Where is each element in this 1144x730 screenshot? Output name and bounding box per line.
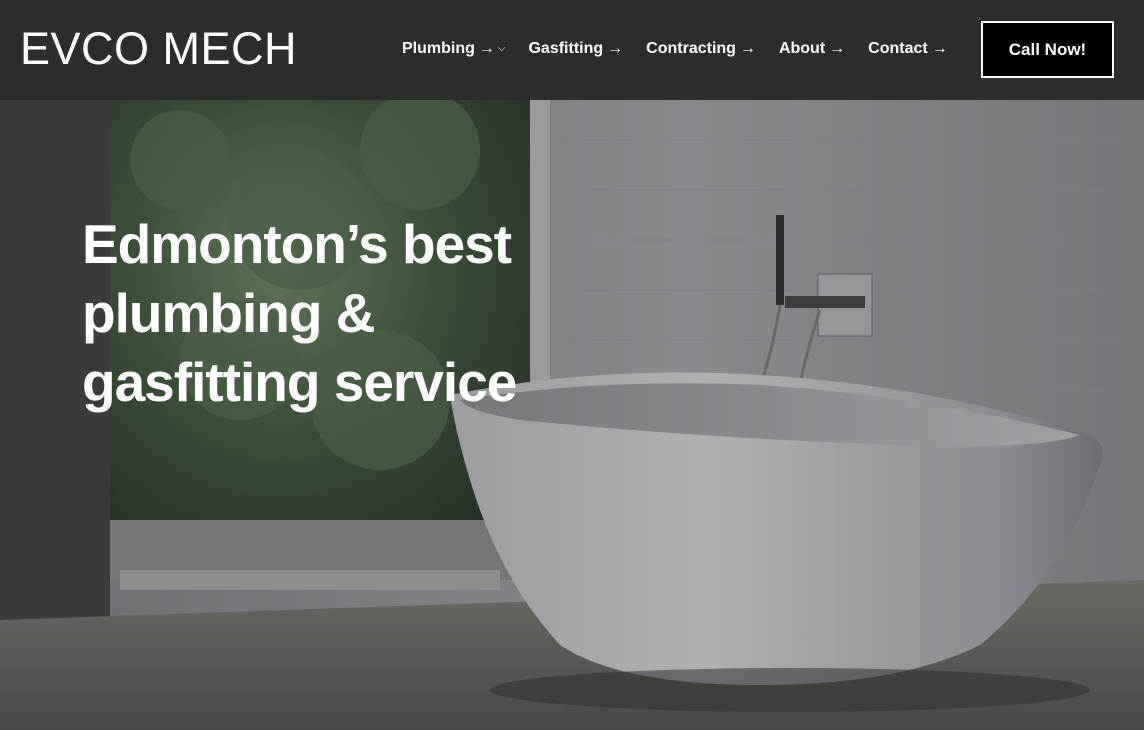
arrow-right-icon: → — [478, 40, 495, 57]
call-now-button[interactable]: Call Now! — [981, 21, 1114, 78]
nav-label: Gasfitting — [528, 40, 604, 57]
nav-label: Contact — [868, 40, 928, 57]
nav-label: About — [778, 40, 826, 57]
main-nav: Plumbing → ⌵ Gasfitting → Contracting → … — [402, 38, 971, 60]
nav-item-gasfitting[interactable]: Gasfitting → — [528, 38, 623, 60]
nav-label: Plumbing — [402, 40, 475, 57]
nav-item-contact[interactable]: Contact → — [868, 38, 948, 60]
arrow-right-icon: → — [607, 40, 624, 57]
site-logo[interactable]: EVCO MECH — [20, 24, 297, 74]
nav-label: Contracting — [646, 40, 736, 57]
hero-headline: Edmonton’s best plumbing & gasfitting se… — [82, 213, 517, 413]
site-header: EVCO MECH Plumbing → ⌵ Gasfitting → Cont… — [0, 0, 1144, 100]
arrow-right-icon: → — [829, 40, 846, 57]
nav-item-plumbing[interactable]: Plumbing → ⌵ — [402, 38, 505, 60]
hero-section: Edmonton’s best plumbing & gasfitting se… — [0, 100, 1144, 730]
arrow-right-icon: → — [739, 40, 756, 57]
chevron-down-icon[interactable]: ⌵ — [498, 38, 506, 60]
nav-item-contracting[interactable]: Contracting → — [646, 38, 756, 60]
arrow-right-icon: → — [931, 40, 948, 57]
nav-item-about[interactable]: About → — [779, 38, 845, 60]
